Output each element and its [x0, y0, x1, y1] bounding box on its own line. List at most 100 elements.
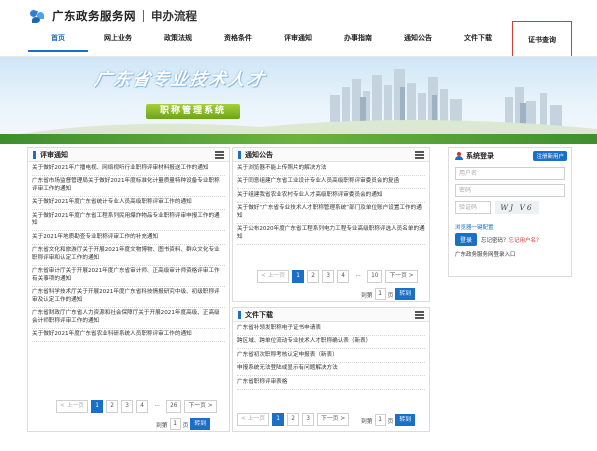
page-button-2[interactable]: 2 — [106, 400, 119, 413]
browser-config-link[interactable]: 浏览器一键配置 — [455, 223, 565, 231]
list-item[interactable]: 关于2021年地质勘查专业职称评审工作的补充通知 — [32, 231, 225, 245]
goto-button[interactable]: 转到 — [190, 418, 211, 430]
review-notices-panel: 评审通知 关于做好2021年广播电视、网络视听行业职称评审材料报送工作的通知 广东… — [27, 147, 230, 432]
list-item-link[interactable]: 广东省科学技术厅关于开展2021年度广东省科技情报研究中级、初级职称评审及认定工… — [32, 289, 220, 302]
more-menu-icon[interactable] — [415, 311, 424, 319]
list-item[interactable]: 广东省文化和旅游厅关于开展2021年度文物博物、图书资料、群众文化专业职称评审和… — [32, 245, 225, 266]
banner-grass-strip — [0, 134, 597, 144]
list-item[interactable]: 广东省职称评审表格 — [237, 376, 425, 390]
last-page-button[interactable]: 10 — [367, 270, 383, 283]
forgot-links: 忘记密码？忘记用户名？ — [481, 236, 542, 244]
nav-item-0[interactable]: 首页 — [28, 26, 88, 52]
review-notices-list: 关于做好2021年广播电视、网络视听行业职称评审材料报送工作的通知广东省市场监督… — [28, 162, 229, 343]
page-button-3[interactable]: 3 — [322, 270, 335, 283]
list-item-link[interactable]: 关于2021年地质勘查专业职称评审工作的补充通知 — [32, 234, 158, 240]
forgot-username-link[interactable]: 忘记用户名？ — [509, 238, 542, 244]
list-item-link[interactable]: 关于做好2021年度广东省工程系列民用爆炸物品专业职称评审申报工作的通知 — [32, 213, 220, 226]
page-button-3[interactable]: 3 — [121, 400, 134, 413]
nav-item-1[interactable]: 网上业务 — [88, 26, 148, 52]
goto-label: 到第 — [361, 418, 373, 425]
prev-page-button[interactable]: < 上一页 — [56, 400, 89, 413]
list-item-link[interactable]: 申报系统无法登陆或显示有问题解决方法 — [237, 365, 338, 371]
page-button-2[interactable]: 2 — [307, 270, 320, 283]
list-item[interactable]: 跨区域、跨单位流动专业技术人才职称确认表（新表） — [237, 336, 425, 350]
list-item-link[interactable]: 关于组建我省农业农村专业人才高级职称评审委员会的通知 — [237, 192, 382, 198]
list-item-link[interactable]: 关于做好2021年广播电视、网络视听行业职称评审材料报送工作的通知 — [32, 165, 208, 171]
list-item[interactable]: 关于做好2021年广播电视、网络视听行业职称评审材料报送工作的通知 — [32, 162, 225, 176]
list-item[interactable]: 关于浏览器不能上传照片的解决方法 — [237, 162, 425, 176]
prev-page-button[interactable]: < 上一页 — [237, 413, 270, 426]
next-page-button[interactable]: 下一页 > — [184, 400, 217, 413]
page-button-1[interactable]: 1 — [292, 270, 305, 283]
goto-unit: 页 — [387, 418, 394, 425]
nav-item-3[interactable]: 资格条件 — [208, 26, 268, 52]
list-item[interactable]: 广东省市场监督管理局关于做好2021年度标准化计量质量特种设备专业职称评审工作的… — [32, 176, 225, 197]
login-actions: 登录 忘记密码？忘记用户名？ — [455, 233, 565, 246]
page-button-1[interactable]: 1 — [272, 413, 285, 426]
downloads-pager: < 上一页 1 2 3 下一页 > — [237, 413, 350, 426]
forgot-password-link[interactable]: 忘记密码？ — [481, 238, 509, 244]
skyline-image — [0, 69, 597, 144]
list-item[interactable]: 广东省审计厅关于开展2021年度广东省审计师、正高级审计师资格评审工作有关事项的… — [32, 266, 225, 287]
list-item[interactable]: 广东省初次职称考核认定申报表（新表） — [237, 349, 425, 363]
captcha-input[interactable]: 验证码 — [455, 201, 491, 214]
list-item[interactable]: 关于同意组建广东省工业设计专业人员高级职称评审委员会的复函 — [237, 176, 425, 190]
next-page-button[interactable]: 下一页 > — [385, 270, 418, 283]
list-item-link[interactable]: 广东省补领发职称电子证书申请表 — [237, 325, 321, 331]
list-item[interactable]: 申报系统无法登陆或显示有问题解决方法 — [237, 363, 425, 377]
list-item[interactable]: 关于公布2020年度广东省工程系列电力工程专业高级职称评选人员名单的通知 — [237, 224, 425, 245]
nav-item-8[interactable]: 证书查询 — [512, 21, 572, 57]
list-item-link[interactable]: 关于做好2021年度广东省统计专业人员高级职称评审工作的通知 — [32, 199, 192, 205]
username-input[interactable]: 用户名 — [455, 167, 565, 180]
list-item[interactable]: 关于做好“广东省专业技术人才职称管理系统”部门及单位账户设置工作的通知 — [237, 203, 425, 224]
password-input[interactable]: 密码 — [455, 184, 565, 197]
goto-page-input[interactable]: 1 — [374, 414, 386, 426]
list-item[interactable]: 关于做好2021年度广东省农业科研系统人员职称评审工作的通知 — [32, 329, 225, 343]
list-item-link[interactable]: 关于做好“广东省专业技术人才职称管理系统”部门及单位账户设置工作的通知 — [237, 205, 422, 218]
captcha-image[interactable]: WJ V6 — [495, 201, 539, 214]
list-item-link[interactable]: 关于浏览器不能上传照片的解决方法 — [237, 165, 327, 171]
register-button[interactable]: 注册新用户 — [533, 151, 567, 161]
list-item-link[interactable]: 跨区域、跨单位流动专业技术人才职称确认表（新表） — [237, 338, 371, 344]
list-item[interactable]: 广东省财政厅广东省人力资源和社会保障厅关于开展2021年度高级、正高级会计师职称… — [32, 308, 225, 329]
goto-page-input[interactable]: 1 — [374, 288, 386, 300]
list-item[interactable]: 关于做好2021年度广东省统计专业人员高级职称评审工作的通知 — [32, 197, 225, 211]
gov-login-link[interactable]: 广东政务服务网登录入口 — [455, 250, 565, 258]
list-item-link[interactable]: 广东省初次职称考核认定申报表（新表） — [237, 352, 338, 358]
page-button-4[interactable]: 4 — [337, 270, 350, 283]
list-item-link[interactable]: 广东省财政厅广东省人力资源和社会保障厅关于开展2021年度高级、正高级会计师职称… — [32, 310, 220, 323]
login-button[interactable]: 登录 — [455, 233, 478, 246]
page-button-3[interactable]: 3 — [302, 413, 315, 426]
page-ellipsis: ... — [352, 270, 365, 283]
list-item-link[interactable]: 广东省职称评审表格 — [237, 379, 287, 385]
page-button-2[interactable]: 2 — [287, 413, 300, 426]
site-logo[interactable]: 广东政务服务网 申办流程 — [28, 8, 197, 24]
more-menu-icon[interactable] — [215, 151, 224, 159]
list-item-link[interactable]: 广东省文化和旅游厅关于开展2021年度文物博物、图书资料、群众文化专业职称评审和… — [32, 247, 220, 260]
page-button-4[interactable]: 4 — [136, 400, 149, 413]
nav-item-6[interactable]: 通知公告 — [388, 26, 448, 52]
list-item-link[interactable]: 关于做好2021年度广东省农业科研系统人员职称评审工作的通知 — [32, 331, 192, 337]
last-page-button[interactable]: 26 — [166, 400, 182, 413]
more-menu-icon[interactable] — [415, 151, 424, 159]
announcements-title: 通知公告 — [245, 150, 273, 159]
nav-item-7[interactable]: 文件下载 — [448, 26, 508, 52]
goto-button[interactable]: 转到 — [395, 288, 416, 300]
list-item[interactable]: 广东省补领发职称电子证书申请表 — [237, 322, 425, 336]
nav-item-5[interactable]: 办事指南 — [328, 26, 388, 52]
list-item-link[interactable]: 关于同意组建广东省工业设计专业人员高级职称评审委员会的复函 — [237, 178, 399, 184]
list-item-link[interactable]: 广东省审计厅关于开展2021年度广东省审计师、正高级审计师资格评审工作有关事项的… — [32, 268, 220, 281]
prev-page-button[interactable]: < 上一页 — [257, 270, 290, 283]
goto-button[interactable]: 转到 — [395, 414, 416, 426]
nav-item-2[interactable]: 政策法规 — [148, 26, 208, 52]
list-item[interactable]: 关于组建我省农业农村专业人才高级职称评审委员会的通知 — [237, 189, 425, 203]
list-item[interactable]: 关于做好2021年度广东省工程系列民用爆炸物品专业职称评审申报工作的通知 — [32, 210, 225, 232]
banner-subtitle: 职称管理系统 — [146, 104, 240, 119]
goto-page-input[interactable]: 1 — [169, 418, 181, 430]
list-item-link[interactable]: 广东省市场监督管理局关于做好2021年度标准化计量质量特种设备专业职称评审工作的… — [32, 178, 220, 191]
next-page-button[interactable]: 下一页 > — [317, 413, 350, 426]
list-item-link[interactable]: 关于公布2020年度广东省工程系列电力工程专业高级职称评选人员名单的通知 — [237, 226, 425, 239]
list-item[interactable]: 广东省科学技术厅关于开展2021年度广东省科技情报研究中级、初级职称评审及认定工… — [32, 287, 225, 308]
nav-item-4[interactable]: 评审通知 — [268, 26, 328, 52]
page-button-1[interactable]: 1 — [91, 400, 104, 413]
